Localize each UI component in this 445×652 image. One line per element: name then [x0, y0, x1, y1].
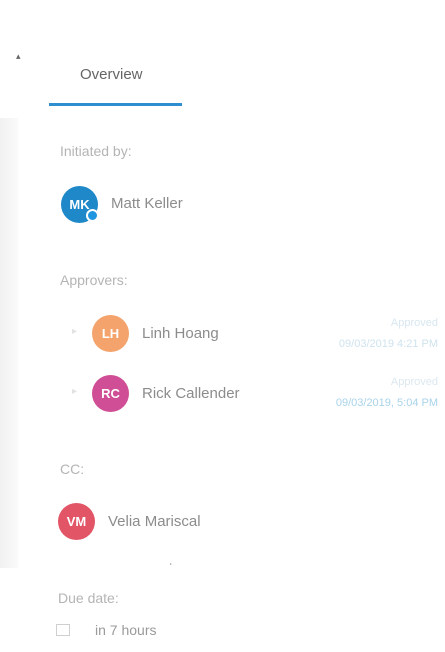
due-date-value: in 7 hours	[95, 622, 157, 638]
avatar[interactable]: LH	[92, 315, 129, 352]
left-panel-edge	[0, 118, 18, 568]
approval-status: Approved	[390, 317, 438, 329]
cc-name[interactable]: Velia Mariscal	[108, 513, 201, 530]
tab-overview[interactable]: Overview	[80, 64, 143, 92]
approver-row-handle-icon[interactable]: ▸	[72, 386, 77, 397]
initiated-by-label: Initiated by:	[60, 143, 132, 159]
divider-mark: ‘	[170, 562, 172, 571]
active-tab-indicator	[49, 103, 182, 106]
approver-row-handle-icon[interactable]: ▸	[72, 326, 77, 337]
cc-label: CC:	[60, 461, 85, 477]
due-date-checkbox[interactable]	[56, 624, 70, 636]
approvers-label: Approvers:	[60, 272, 128, 288]
tab-second[interactable]	[222, 64, 272, 92]
collapse-caret-icon[interactable]: ▴	[16, 51, 21, 62]
approver-name[interactable]: Rick Callender	[142, 385, 240, 402]
approver-name[interactable]: Linh Hoang	[142, 325, 219, 342]
approval-timestamp: 09/03/2019 4:21 PM	[338, 338, 438, 350]
approval-status: Approved	[390, 376, 438, 388]
approval-timestamp: 09/03/2019, 5:04 PM	[335, 397, 438, 409]
initiator-name[interactable]: Matt Keller	[111, 195, 183, 212]
presence-status-icon	[86, 209, 99, 222]
avatar[interactable]: RC	[92, 375, 129, 412]
due-date-label: Due date:	[58, 590, 119, 606]
tab-third[interactable]	[358, 64, 408, 92]
avatar[interactable]: VM	[58, 503, 95, 540]
